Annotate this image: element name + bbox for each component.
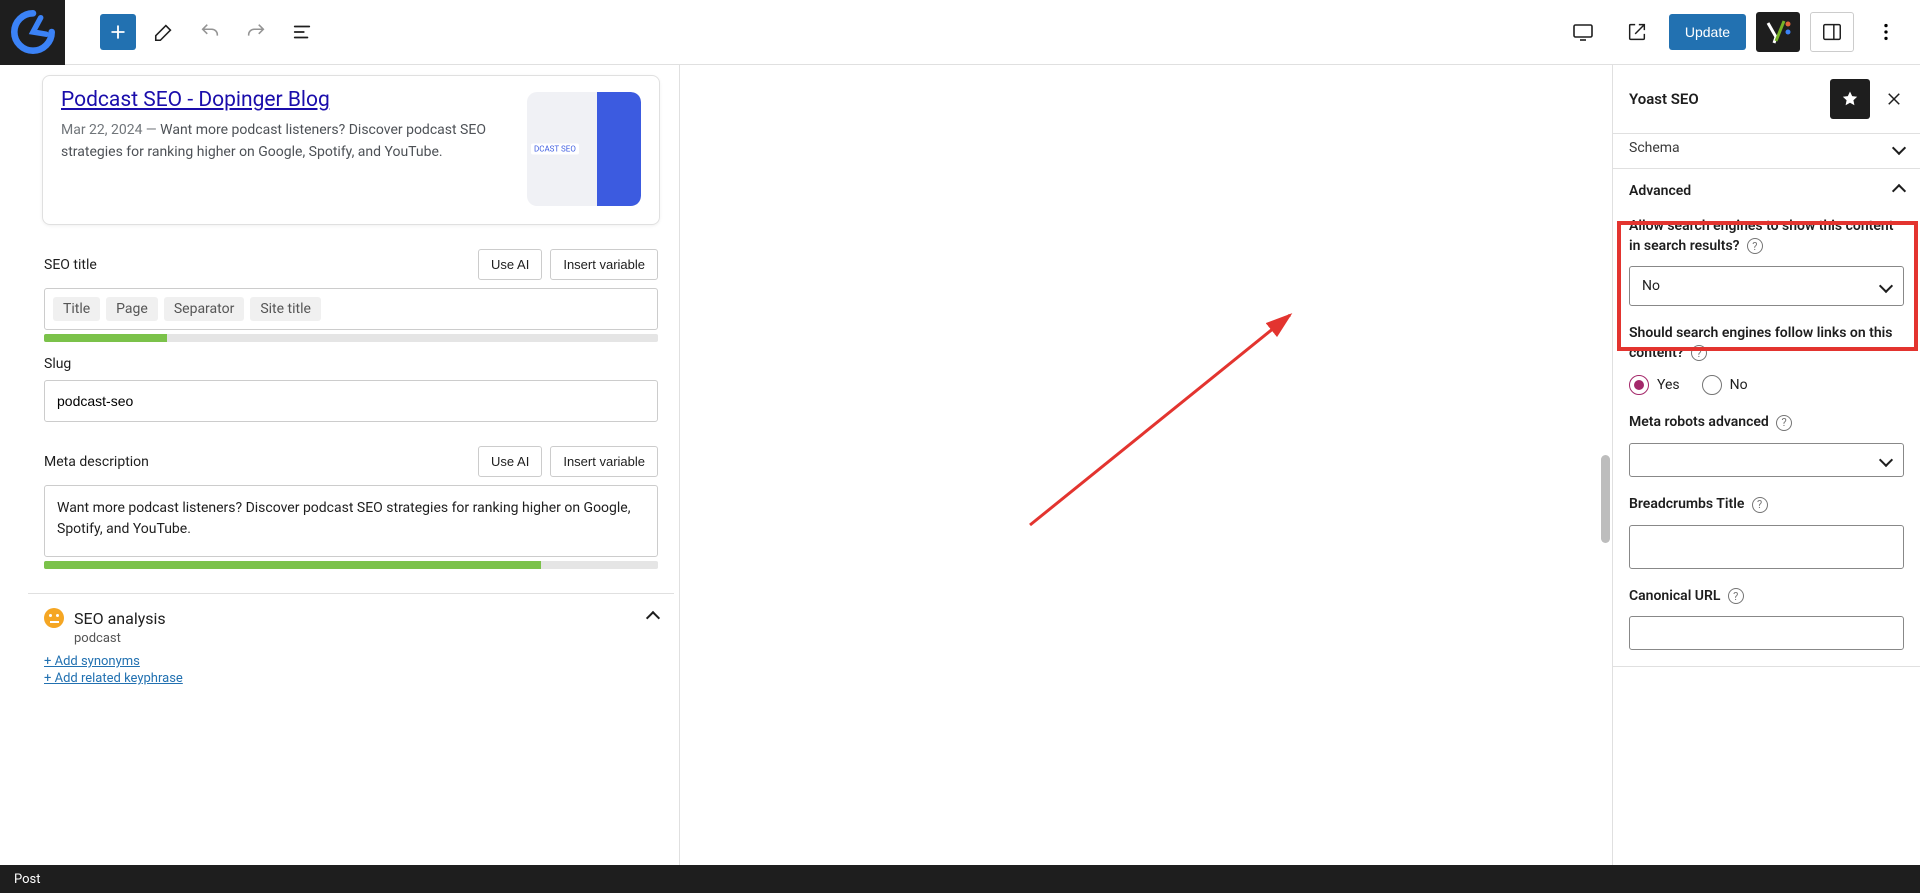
help-icon[interactable]: ? — [1691, 345, 1707, 361]
chevron-down-icon — [1879, 453, 1893, 467]
help-icon[interactable]: ? — [1752, 497, 1768, 513]
seo-analysis-section: SEO analysis podcast — [28, 593, 674, 646]
status-bar: Post — [0, 865, 1920, 893]
chevron-up-icon — [1892, 184, 1906, 198]
preview-thumbnail: DCAST SEO — [527, 92, 641, 206]
help-icon[interactable]: ? — [1747, 238, 1763, 254]
add-related-keyphrase-link[interactable]: + Add related keyphrase — [44, 671, 183, 686]
canonical-input[interactable] — [1629, 616, 1904, 650]
post-type-label: Post — [14, 872, 41, 887]
radio-selected-icon — [1629, 375, 1649, 395]
seo-analysis-title: SEO analysis — [74, 609, 166, 628]
meta-robots-label: Meta robots advanced — [1629, 414, 1769, 430]
annotation-arrow — [1020, 195, 1320, 535]
meta-desc-use-ai[interactable]: Use AI — [478, 446, 542, 477]
add-synonyms-link[interactable]: + Add synonyms — [44, 654, 140, 669]
close-icon[interactable] — [1876, 81, 1912, 117]
radio-icon — [1702, 375, 1722, 395]
tag-title[interactable]: Title — [53, 297, 100, 321]
breadcrumbs-label: Breadcrumbs Title — [1629, 496, 1744, 512]
seo-title-label: SEO title — [44, 257, 97, 273]
analysis-score-icon — [44, 608, 64, 628]
tag-site-title[interactable]: Site title — [250, 297, 321, 321]
seo-title-progress — [44, 334, 658, 342]
add-block-button[interactable] — [100, 14, 136, 50]
settings-panel-icon[interactable] — [1810, 12, 1854, 52]
seo-title-use-ai[interactable]: Use AI — [478, 249, 542, 280]
tag-separator[interactable]: Separator — [164, 297, 244, 321]
sidebar-title: Yoast SEO — [1629, 90, 1699, 108]
google-preview-card: Podcast SEO - Dopinger Blog Mar 22, 2024… — [42, 75, 660, 225]
seo-title-input[interactable]: Title Page Separator Site title — [44, 288, 658, 330]
update-button[interactable]: Update — [1669, 14, 1746, 50]
chevron-down-icon — [1879, 279, 1893, 293]
more-options-icon[interactable] — [1864, 12, 1908, 52]
edit-icon[interactable] — [146, 14, 182, 50]
yoast-sidebar: Yoast SEO Schema Advanced — [1612, 65, 1920, 865]
canonical-label: Canonical URL — [1629, 588, 1720, 604]
slug-label: Slug — [44, 356, 71, 372]
site-logo[interactable] — [0, 0, 65, 65]
tag-page[interactable]: Page — [106, 297, 158, 321]
sidebar-star-icon[interactable] — [1830, 79, 1870, 119]
schema-section-toggle[interactable]: Schema — [1613, 134, 1920, 168]
schema-label: Schema — [1629, 140, 1680, 156]
follow-links-no[interactable]: No — [1702, 375, 1748, 395]
meta-desc-label: Meta description — [44, 454, 149, 470]
seo-analysis-toggle[interactable]: SEO analysis — [44, 608, 658, 628]
help-icon[interactable]: ? — [1776, 415, 1792, 431]
allow-search-value: No — [1642, 278, 1660, 294]
slug-input[interactable] — [44, 380, 658, 422]
follow-links-yes[interactable]: Yes — [1629, 375, 1680, 395]
undo-icon[interactable] — [192, 14, 228, 50]
meta-robots-select[interactable] — [1629, 443, 1904, 477]
yoast-icon[interactable] — [1756, 12, 1800, 52]
focus-keyword: podcast — [74, 631, 658, 646]
meta-desc-insert-variable[interactable]: Insert variable — [550, 446, 658, 477]
view-icon[interactable] — [1561, 12, 1605, 52]
redo-icon[interactable] — [238, 14, 274, 50]
seo-title-insert-variable[interactable]: Insert variable — [550, 249, 658, 280]
chevron-up-icon — [646, 611, 660, 625]
help-icon[interactable]: ? — [1728, 588, 1744, 604]
meta-desc-input[interactable]: Want more podcast listeners? Discover po… — [44, 485, 658, 557]
meta-desc-progress — [44, 561, 658, 569]
top-toolbar: Update — [0, 0, 1920, 65]
follow-links-label: Should search engines follow links on th… — [1629, 325, 1892, 361]
preview-date: Mar 22, 2024 — [61, 122, 143, 138]
external-link-icon[interactable] — [1615, 12, 1659, 52]
document-overview-icon[interactable] — [284, 14, 320, 50]
breadcrumbs-input[interactable] — [1629, 525, 1904, 569]
advanced-section-toggle[interactable]: Advanced — [1613, 169, 1920, 213]
allow-search-select[interactable]: No — [1629, 266, 1904, 306]
chevron-down-icon — [1892, 141, 1906, 155]
preview-sep: — — [146, 122, 160, 138]
advanced-label: Advanced — [1629, 183, 1691, 199]
editor-canvas: Podcast SEO - Dopinger Blog Mar 22, 2024… — [0, 65, 680, 865]
scrollbar-thumb[interactable] — [1601, 455, 1610, 543]
preview-title[interactable]: Podcast SEO - Dopinger Blog — [61, 88, 513, 112]
